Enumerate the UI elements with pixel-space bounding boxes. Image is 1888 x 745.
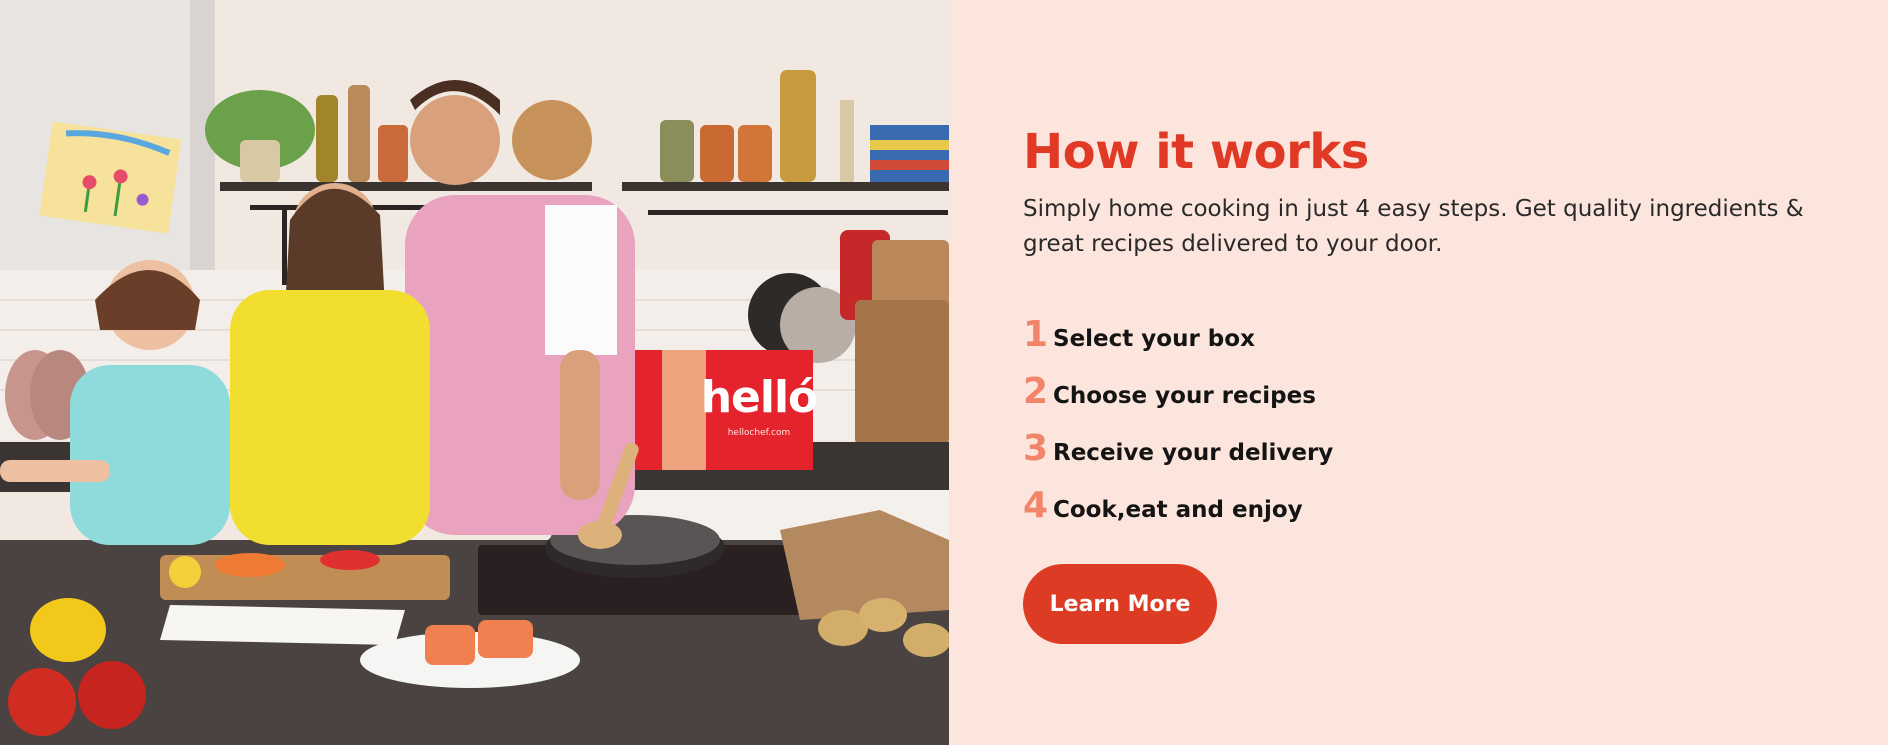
step-number: 3 <box>1023 428 1049 469</box>
step-number: 4 <box>1023 485 1049 526</box>
step-number: 1 <box>1023 314 1049 355</box>
step-label: Choose your recipes <box>1053 383 1316 409</box>
box-url-text: hellochef.com <box>727 428 791 438</box>
how-it-works-content: How it works Simply home cooking in just… <box>949 0 1888 745</box>
step-label: Receive your delivery <box>1053 440 1334 466</box>
step-item-3: 3 Receive your delivery <box>1023 428 1333 485</box>
step-item-4: 4 Cook,eat and enjoy <box>1023 485 1333 542</box>
learn-more-button[interactable]: Learn More <box>1023 564 1217 644</box>
step-item-1: 1 Select your box <box>1023 314 1333 371</box>
step-label: Select your box <box>1053 326 1255 352</box>
step-number: 2 <box>1023 371 1049 412</box>
steps-list: 1 Select your box 2 Choose your recipes … <box>1023 314 1333 542</box>
hero-photo: helló hellochef.com <box>0 0 949 745</box>
how-it-works-section: helló hellochef.com How it works Simply … <box>0 0 1888 745</box>
section-title: How it works <box>1023 124 1369 180</box>
step-label: Cook,eat and enjoy <box>1053 497 1303 523</box>
section-subtitle: Simply home cooking in just 4 easy steps… <box>1023 196 1804 257</box>
box-brand-text: helló <box>700 372 819 423</box>
step-item-2: 2 Choose your recipes <box>1023 371 1333 428</box>
